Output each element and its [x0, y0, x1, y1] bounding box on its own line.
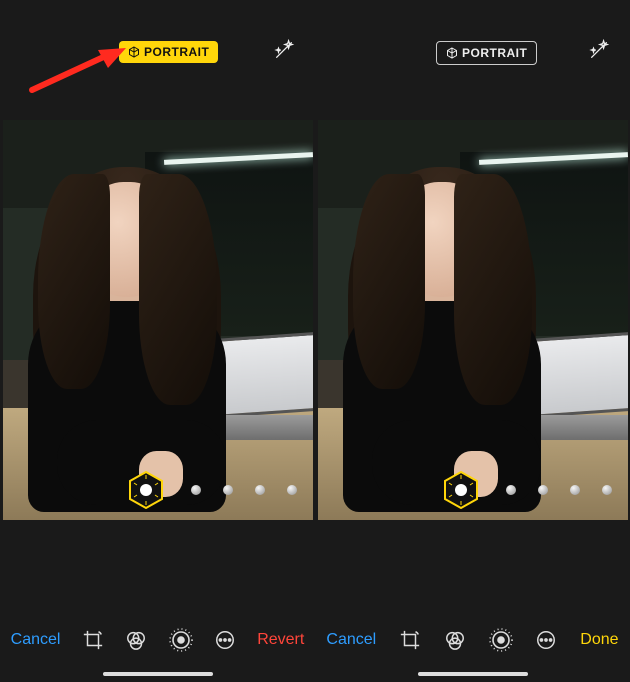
home-indicator[interactable]: [418, 672, 528, 676]
editor-panel-right: PORTRAIT: [315, 0, 630, 682]
filters-icon[interactable]: [444, 629, 466, 651]
comparison-canvas: PORTRAIT: [0, 0, 630, 682]
home-indicator[interactable]: [103, 672, 213, 676]
hexagon-icon: [444, 471, 478, 509]
portrait-badge-label: PORTRAIT: [462, 46, 527, 60]
photo-scene: [318, 120, 628, 520]
lighting-mode-strip[interactable]: [318, 466, 628, 514]
lighting-mode-option[interactable]: [506, 485, 516, 495]
bottom-toolbar: Cancel Done: [315, 620, 630, 660]
lighting-mode-option[interactable]: [570, 485, 580, 495]
lighting-mode-option[interactable]: [191, 485, 201, 495]
lighting-mode-option[interactable]: [602, 485, 612, 495]
done-button[interactable]: Done: [580, 631, 618, 649]
lighting-mode-selected[interactable]: [129, 471, 163, 509]
crop-icon[interactable]: [82, 629, 104, 651]
hexagon-icon: [129, 471, 163, 509]
lighting-mode-option[interactable]: [287, 485, 297, 495]
magic-wand-icon[interactable]: [588, 39, 610, 66]
portrait-badge-label: PORTRAIT: [144, 45, 209, 59]
cube-icon: [446, 47, 458, 59]
editor-panel-left: PORTRAIT: [0, 0, 315, 682]
adjust-icon[interactable]: [489, 628, 513, 652]
cancel-button[interactable]: Cancel: [326, 631, 376, 649]
top-bar: PORTRAIT: [0, 0, 315, 120]
bottom-toolbar: Cancel Revert: [0, 620, 315, 660]
portrait-badge-active[interactable]: PORTRAIT: [119, 41, 218, 63]
photo-preview[interactable]: [3, 120, 313, 520]
magic-wand-icon[interactable]: [273, 39, 295, 66]
photo-preview[interactable]: [318, 120, 628, 520]
portrait-badge-inactive[interactable]: PORTRAIT: [436, 41, 537, 65]
lighting-mode-option[interactable]: [223, 485, 233, 495]
more-icon[interactable]: [535, 629, 557, 651]
revert-button[interactable]: Revert: [257, 631, 304, 649]
cancel-button[interactable]: Cancel: [11, 631, 61, 649]
lighting-mode-selected[interactable]: [444, 471, 478, 509]
top-bar: PORTRAIT: [315, 0, 630, 120]
crop-icon[interactable]: [399, 629, 421, 651]
filters-icon[interactable]: [125, 629, 147, 651]
lighting-mode-option[interactable]: [538, 485, 548, 495]
photo-scene: [3, 120, 313, 520]
more-icon[interactable]: [214, 629, 236, 651]
adjust-icon[interactable]: [169, 628, 193, 652]
lighting-mode-strip[interactable]: [3, 466, 313, 514]
cube-icon: [128, 46, 140, 58]
lighting-mode-option[interactable]: [255, 485, 265, 495]
